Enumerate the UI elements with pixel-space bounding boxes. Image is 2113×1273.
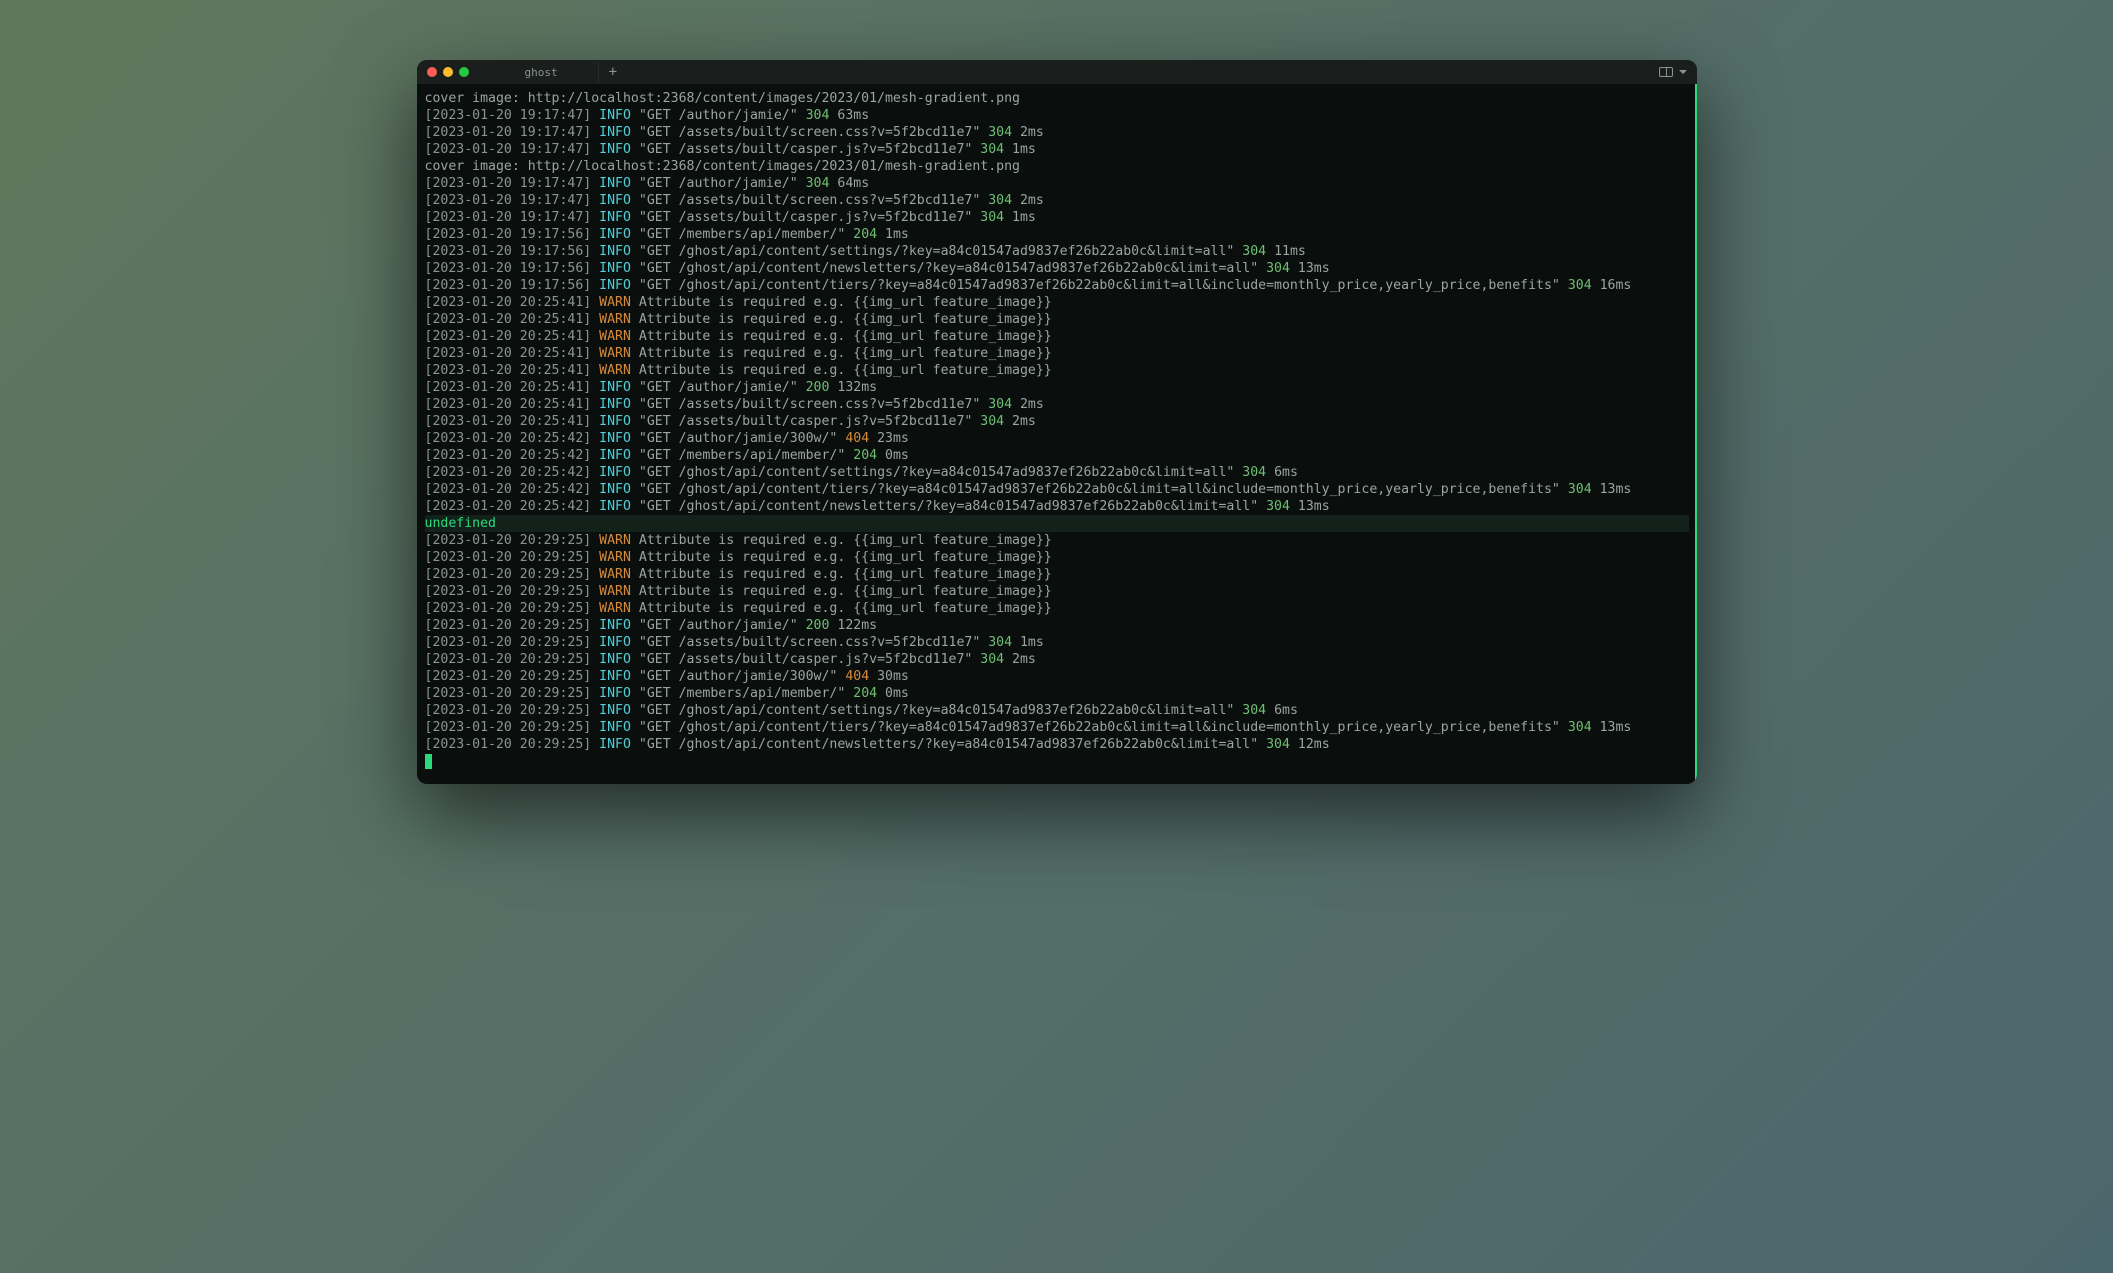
log-line: [2023-01-20 20:25:41] WARN Attribute is … xyxy=(425,362,1689,379)
log-line: [2023-01-20 20:29:25] INFO "GET /assets/… xyxy=(425,634,1689,651)
log-line: [2023-01-20 20:25:41] WARN Attribute is … xyxy=(425,311,1689,328)
log-line: [2023-01-20 20:25:41] INFO "GET /assets/… xyxy=(425,413,1689,430)
log-line: [2023-01-20 20:29:25] INFO "GET /author/… xyxy=(425,668,1689,685)
log-line: [2023-01-20 19:17:47] INFO "GET /assets/… xyxy=(425,209,1689,226)
log-line: undefined xyxy=(425,515,1689,532)
log-line: [2023-01-20 20:25:42] INFO "GET /ghost/a… xyxy=(425,498,1689,515)
log-line: cover image: http://localhost:2368/conte… xyxy=(425,158,1689,175)
log-line: [2023-01-20 19:17:47] INFO "GET /author/… xyxy=(425,175,1689,192)
log-line: [2023-01-20 19:17:56] INFO "GET /ghost/a… xyxy=(425,260,1689,277)
log-line: [2023-01-20 20:25:41] WARN Attribute is … xyxy=(425,328,1689,345)
window-controls xyxy=(427,67,469,77)
log-line: [2023-01-20 19:17:56] INFO "GET /ghost/a… xyxy=(425,277,1689,294)
log-line: [2023-01-20 20:29:25] INFO "GET /assets/… xyxy=(425,651,1689,668)
log-line: [2023-01-20 20:29:25] WARN Attribute is … xyxy=(425,566,1689,583)
log-line: [2023-01-20 20:25:41] WARN Attribute is … xyxy=(425,345,1689,362)
log-line: cover image: http://localhost:2368/conte… xyxy=(425,90,1689,107)
log-line: [2023-01-20 20:25:42] INFO "GET /members… xyxy=(425,447,1689,464)
terminal-output[interactable]: cover image: http://localhost:2368/conte… xyxy=(417,84,1697,784)
log-line: [2023-01-20 20:29:25] INFO "GET /members… xyxy=(425,685,1689,702)
log-line: [2023-01-20 19:17:56] INFO "GET /members… xyxy=(425,226,1689,243)
tab-ghost[interactable]: ghost xyxy=(509,62,599,83)
titlebar-right xyxy=(1659,67,1687,77)
prompt-line[interactable] xyxy=(425,753,1689,770)
tab-bar: ghost + xyxy=(509,62,628,83)
titlebar[interactable]: ghost + xyxy=(417,60,1697,84)
log-line: [2023-01-20 19:17:47] INFO "GET /assets/… xyxy=(425,141,1689,158)
log-line: [2023-01-20 20:25:42] INFO "GET /author/… xyxy=(425,430,1689,447)
close-icon[interactable] xyxy=(427,67,437,77)
log-line: [2023-01-20 20:25:42] INFO "GET /ghost/a… xyxy=(425,464,1689,481)
log-line: [2023-01-20 20:29:25] WARN Attribute is … xyxy=(425,532,1689,549)
log-line: [2023-01-20 20:29:25] INFO "GET /ghost/a… xyxy=(425,736,1689,753)
log-line: [2023-01-20 20:25:41] WARN Attribute is … xyxy=(425,294,1689,311)
log-line: [2023-01-20 20:29:25] WARN Attribute is … xyxy=(425,600,1689,617)
cursor-icon xyxy=(425,754,432,769)
log-line: [2023-01-20 20:29:25] INFO "GET /author/… xyxy=(425,617,1689,634)
log-line: [2023-01-20 20:29:25] WARN Attribute is … xyxy=(425,583,1689,600)
log-line: [2023-01-20 20:29:25] INFO "GET /ghost/a… xyxy=(425,719,1689,736)
minimize-icon[interactable] xyxy=(443,67,453,77)
log-line: [2023-01-20 20:25:42] INFO "GET /ghost/a… xyxy=(425,481,1689,498)
log-line: [2023-01-20 19:17:47] INFO "GET /assets/… xyxy=(425,124,1689,141)
log-line: [2023-01-20 19:17:56] INFO "GET /ghost/a… xyxy=(425,243,1689,260)
log-line: [2023-01-20 20:29:25] WARN Attribute is … xyxy=(425,549,1689,566)
split-pane-icon[interactable] xyxy=(1659,67,1673,77)
terminal-window: ghost + cover image: http://localhost:23… xyxy=(417,60,1697,784)
log-line: [2023-01-20 19:17:47] INFO "GET /author/… xyxy=(425,107,1689,124)
log-line: [2023-01-20 19:17:47] INFO "GET /assets/… xyxy=(425,192,1689,209)
maximize-icon[interactable] xyxy=(459,67,469,77)
log-line: [2023-01-20 20:25:41] INFO "GET /assets/… xyxy=(425,396,1689,413)
chevron-down-icon[interactable] xyxy=(1679,70,1687,74)
new-tab-button[interactable]: + xyxy=(599,64,627,80)
log-line: [2023-01-20 20:25:41] INFO "GET /author/… xyxy=(425,379,1689,396)
log-line: [2023-01-20 20:29:25] INFO "GET /ghost/a… xyxy=(425,702,1689,719)
